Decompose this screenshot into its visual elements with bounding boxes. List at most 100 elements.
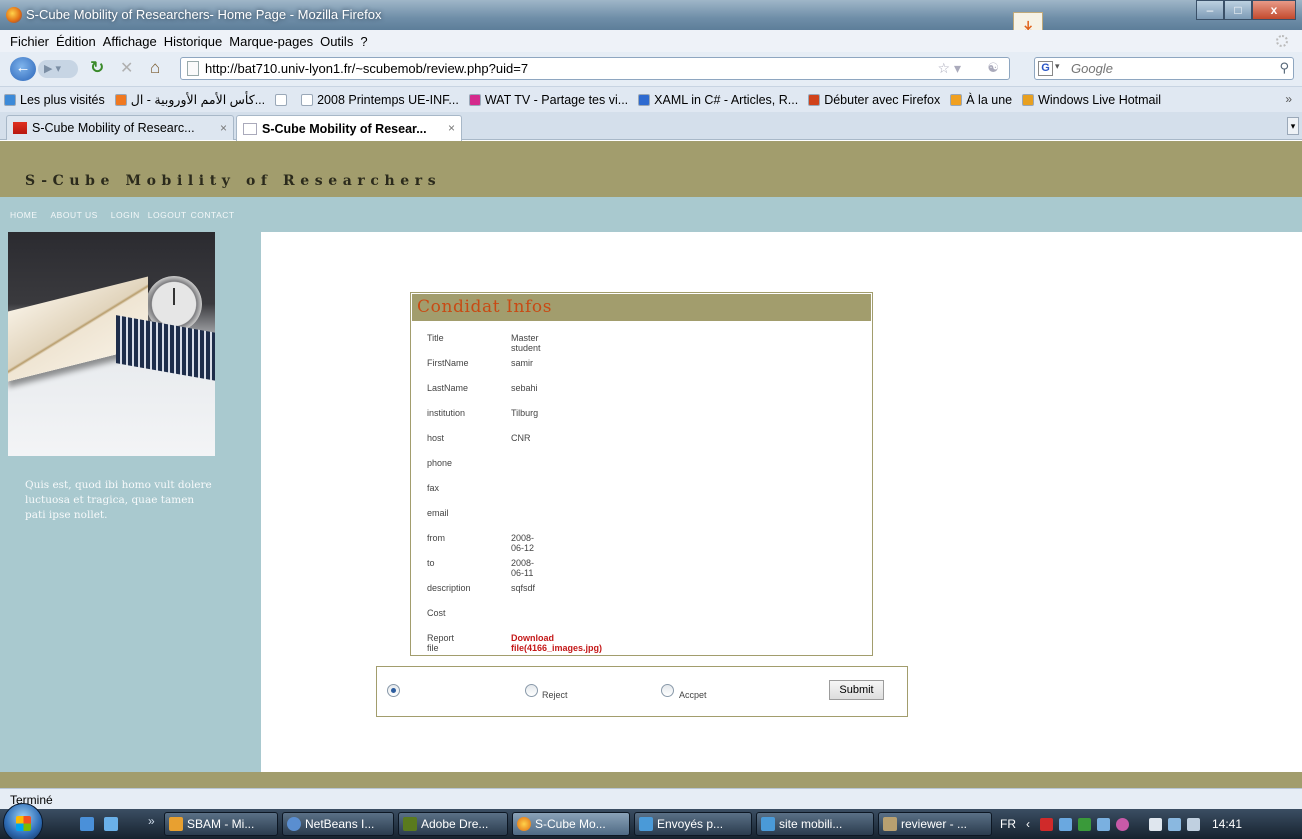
menu-help[interactable]: ? [360, 34, 367, 49]
bookmark-item[interactable]: 2008 Printemps UE-INF... [301, 93, 459, 107]
info-label: description [427, 583, 471, 593]
battery-icon[interactable] [1149, 817, 1162, 831]
netbeans-icon [287, 817, 301, 831]
bookmarks-overflow-icon[interactable]: » [1285, 92, 1292, 106]
nav-contact-link[interactable]: CONTACT [191, 210, 235, 220]
bookmark-item[interactable]: Windows Live Hotmail [1022, 93, 1161, 107]
info-label: LastName [427, 383, 469, 393]
system-tray: FR ‹ 14:41 [1000, 809, 1242, 839]
close-tab-icon[interactable]: × [220, 121, 227, 135]
tray-app-icon[interactable] [1097, 817, 1110, 831]
info-label: fax [427, 483, 440, 493]
menu-affichage[interactable]: Affichage [103, 34, 157, 49]
search-box[interactable]: G ▾ ⚲ [1034, 57, 1294, 80]
menu-edition[interactable]: Édition [56, 34, 96, 49]
tray-app-icon[interactable] [1040, 817, 1053, 831]
taskbar-item-label: site mobili... [779, 817, 843, 831]
decision-radio-default[interactable] [387, 684, 400, 697]
maximize-button[interactable]: □ [1224, 0, 1252, 20]
taskbar-item-firefox[interactable]: S-Cube Mo... [512, 812, 630, 836]
info-label: phone [427, 458, 453, 468]
volume-icon[interactable] [1187, 817, 1200, 831]
reject-radio[interactable] [525, 684, 538, 697]
bookmark-icon [114, 93, 127, 106]
site-nav: HOME ABOUT US LOGIN LOGOUT CONTACT [0, 197, 1302, 232]
info-value: CNR [511, 433, 531, 443]
page-icon [187, 61, 199, 76]
menu-historique[interactable]: Historique [164, 34, 223, 49]
reload-icon[interactable]: ↻ [90, 58, 104, 78]
close-button[interactable]: x [1252, 0, 1296, 20]
bookmark-label: WAT TV - Partage tes vi... [484, 92, 629, 107]
bookmark-item[interactable]: كأس الأمم الأوروبية - ال... [114, 92, 265, 107]
taskbar-item-netbeans[interactable]: NetBeans I... [282, 812, 394, 836]
submit-button[interactable]: Submit [829, 680, 884, 700]
clock-time[interactable]: 14:41 [1212, 817, 1242, 831]
nav-logout-link[interactable]: LOGOUT [148, 210, 187, 220]
bookmark-star-icon[interactable]: ☆ ▾ [938, 60, 961, 77]
stop-icon[interactable]: ✕ [120, 58, 133, 78]
language-indicator[interactable]: FR [1000, 817, 1016, 831]
taskbar-item-reviewer[interactable]: reviewer - ... [878, 812, 992, 836]
bookmark-item[interactable] [275, 93, 291, 106]
status-bar: Terminé [0, 788, 1302, 809]
nav-login-link[interactable]: LOGIN [111, 210, 140, 220]
window-titlebar: S-Cube Mobility of Researchers- Home Pag… [0, 0, 1302, 30]
notepad-icon [883, 817, 897, 831]
close-tab-icon[interactable]: × [448, 121, 455, 135]
bookmark-item[interactable]: XAML in C# - Articles, R... [638, 93, 798, 107]
start-button[interactable] [3, 803, 43, 839]
tray-app-icon[interactable] [1059, 817, 1072, 831]
sbam-icon [169, 817, 183, 831]
tray-app-icon[interactable] [1078, 817, 1091, 831]
candidate-info-title: Condidat Infos [417, 297, 553, 317]
bookmark-icon [638, 93, 651, 106]
tab-active[interactable]: S-Cube Mobility of Resear... × [236, 115, 462, 141]
show-desktop-icon[interactable] [80, 817, 94, 831]
minimize-button[interactable]: – [1196, 0, 1224, 20]
forward-icon[interactable]: ▶ ▾ [38, 60, 78, 78]
nav-about-link[interactable]: ABOUT US [51, 210, 98, 220]
search-icon[interactable]: ⚲ [1279, 60, 1289, 76]
tab-list-dropdown-icon[interactable]: ▾ [1287, 117, 1299, 135]
quick-launch-more-icon[interactable]: » [148, 814, 155, 828]
bookmark-label: Les plus visités [20, 92, 105, 107]
tray-expand-icon[interactable]: ‹ [1026, 817, 1030, 831]
bookmark-label: Débuter avec Firefox [824, 92, 941, 107]
tab-inactive[interactable]: S-Cube Mobility of Researc... × [6, 115, 234, 140]
download-report-link[interactable]: Download file(4166_images.jpg) [511, 633, 602, 653]
home-icon[interactable]: ⌂ [150, 58, 160, 78]
info-value: Tilburg [511, 408, 539, 418]
menu-marque-pages[interactable]: Marque-pages [229, 34, 313, 49]
tray-app-icon[interactable] [1116, 817, 1129, 831]
nav-home-link[interactable]: HOME [10, 210, 38, 220]
search-input[interactable] [1071, 60, 1261, 77]
feed-icon[interactable]: ☯ [987, 60, 999, 76]
bookmark-item[interactable]: Débuter avec Firefox [808, 93, 940, 107]
network-icon[interactable] [1168, 817, 1181, 831]
back-icon[interactable]: ← [10, 57, 36, 81]
site-header: S-Cube Mobility of Researchers [0, 141, 1302, 197]
menu-fichier[interactable]: Fichier [10, 34, 49, 49]
url-input[interactable] [205, 60, 925, 77]
address-bar[interactable]: ☆ ▾ ☯ [180, 57, 1010, 80]
taskbar-item-mail-sent[interactable]: Envoyés p... [634, 812, 752, 836]
site-title: S-Cube Mobility of Researchers [25, 173, 442, 189]
bookmark-item[interactable]: WAT TV - Partage tes vi... [468, 92, 629, 107]
taskbar-item-label: SBAM - Mi... [187, 817, 255, 831]
info-label: Title [427, 333, 444, 343]
menu-bar: Fichier Édition Affichage Historique Mar… [0, 30, 1302, 52]
menu-outils[interactable]: Outils [320, 34, 353, 49]
bookmark-icon [468, 93, 481, 106]
bookmark-item[interactable]: À la une [950, 93, 1012, 107]
switch-windows-icon[interactable] [104, 817, 118, 831]
search-engine-dropdown-icon[interactable]: ▾ [1055, 61, 1060, 72]
bookmark-icon [275, 93, 288, 106]
taskbar-item-dreamweaver[interactable]: Adobe Dre... [398, 812, 508, 836]
taskbar-item-sbam[interactable]: SBAM - Mi... [164, 812, 278, 836]
taskbar-item-site-mobility[interactable]: site mobili... [756, 812, 874, 836]
info-label: institution [427, 408, 466, 418]
accept-radio[interactable] [661, 684, 674, 697]
bookmark-item[interactable]: Les plus visités [4, 93, 105, 107]
google-icon[interactable]: G [1038, 61, 1053, 76]
